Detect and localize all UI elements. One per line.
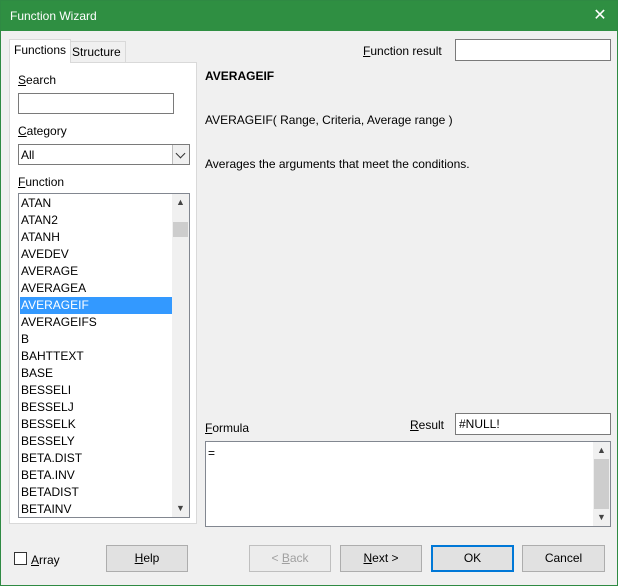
help-button[interactable]: Help: [106, 545, 188, 572]
tab-functions[interactable]: Functions: [9, 39, 72, 63]
search-label: Search: [18, 73, 57, 87]
scroll-up-icon[interactable]: ▲: [593, 442, 610, 459]
ok-button[interactable]: OK: [431, 545, 514, 572]
cancel-button[interactable]: Cancel: [522, 545, 605, 572]
result-field[interactable]: #NULL!: [455, 413, 611, 435]
function-list-item[interactable]: BAHTTEXT: [20, 348, 173, 365]
function-list-item[interactable]: AVEDEV: [20, 246, 173, 263]
function-list-item[interactable]: BETA.INV: [20, 467, 173, 484]
function-result-label: Function result: [363, 44, 442, 58]
category-select[interactable]: All: [18, 144, 190, 165]
function-list-item[interactable]: AVERAGE: [20, 263, 173, 280]
function-list-item[interactable]: ATANH: [20, 229, 173, 246]
category-select-value: All: [21, 148, 35, 162]
title-bar: Function Wizard ✕: [1, 1, 617, 31]
function-list-item[interactable]: ATAN: [20, 195, 173, 212]
result-label: Result: [410, 418, 445, 432]
function-list-item[interactable]: B: [20, 331, 173, 348]
function-result-field[interactable]: [455, 39, 611, 61]
function-list-scrollbar[interactable]: ▲ ▼: [172, 194, 189, 517]
function-list-item[interactable]: AVERAGEA: [20, 280, 173, 297]
formula-scrollbar[interactable]: ▲ ▼: [593, 442, 610, 526]
array-label[interactable]: Array: [31, 553, 60, 567]
formula-label: Formula: [205, 421, 250, 435]
category-label: Category: [18, 124, 67, 138]
next-button[interactable]: Next >: [340, 545, 422, 572]
scroll-up-icon[interactable]: ▲: [172, 194, 189, 211]
function-description: Averages the arguments that meet the con…: [205, 157, 470, 171]
function-label: Function: [18, 175, 65, 189]
search-input[interactable]: [18, 93, 174, 114]
function-list-item[interactable]: BESSELK: [20, 416, 173, 433]
function-list[interactable]: ATAN ATAN2 ATANH AVEDEV AVERAGE AVERAGEA AVERA…: [18, 193, 190, 518]
tab-structure[interactable]: Structure: [67, 41, 126, 63]
function-list-item[interactable]: AVERAGEIF: [20, 297, 173, 314]
scroll-thumb[interactable]: [173, 222, 188, 237]
function-wizard-window: Function Wizard ✕ Functions Structure Se…: [0, 0, 618, 586]
function-list-item[interactable]: BETA.DIST: [20, 450, 173, 467]
function-list-item[interactable]: BETADIST: [20, 484, 173, 501]
formula-text: =: [208, 446, 216, 460]
function-list-item[interactable]: AVERAGEIFS: [20, 314, 173, 331]
array-checkbox[interactable]: [14, 552, 27, 565]
function-list-item[interactable]: BESSELI: [20, 382, 173, 399]
scroll-down-icon[interactable]: ▼: [593, 509, 610, 526]
scroll-thumb[interactable]: [594, 459, 609, 509]
function-list-item[interactable]: BETAINV: [20, 501, 173, 517]
function-list-item[interactable]: BESSELY: [20, 433, 173, 450]
function-list-item[interactable]: BASE: [20, 365, 173, 382]
function-list-item[interactable]: ATAN2: [20, 212, 173, 229]
close-button[interactable]: ✕: [583, 1, 617, 31]
chevron-down-icon[interactable]: [172, 145, 189, 164]
formula-editor[interactable]: = ▲ ▼: [205, 441, 611, 527]
result-value: #NULL!: [459, 417, 500, 431]
window-title: Function Wizard: [10, 9, 97, 23]
back-button[interactable]: < Back: [249, 545, 331, 572]
function-name-heading: AVERAGEIF: [205, 69, 275, 83]
scroll-down-icon[interactable]: ▼: [172, 500, 189, 517]
close-icon: ✕: [593, 7, 607, 24]
function-syntax: AVERAGEIF( Range, Criteria, Average rang…: [205, 113, 453, 127]
function-list-item[interactable]: BESSELJ: [20, 399, 173, 416]
